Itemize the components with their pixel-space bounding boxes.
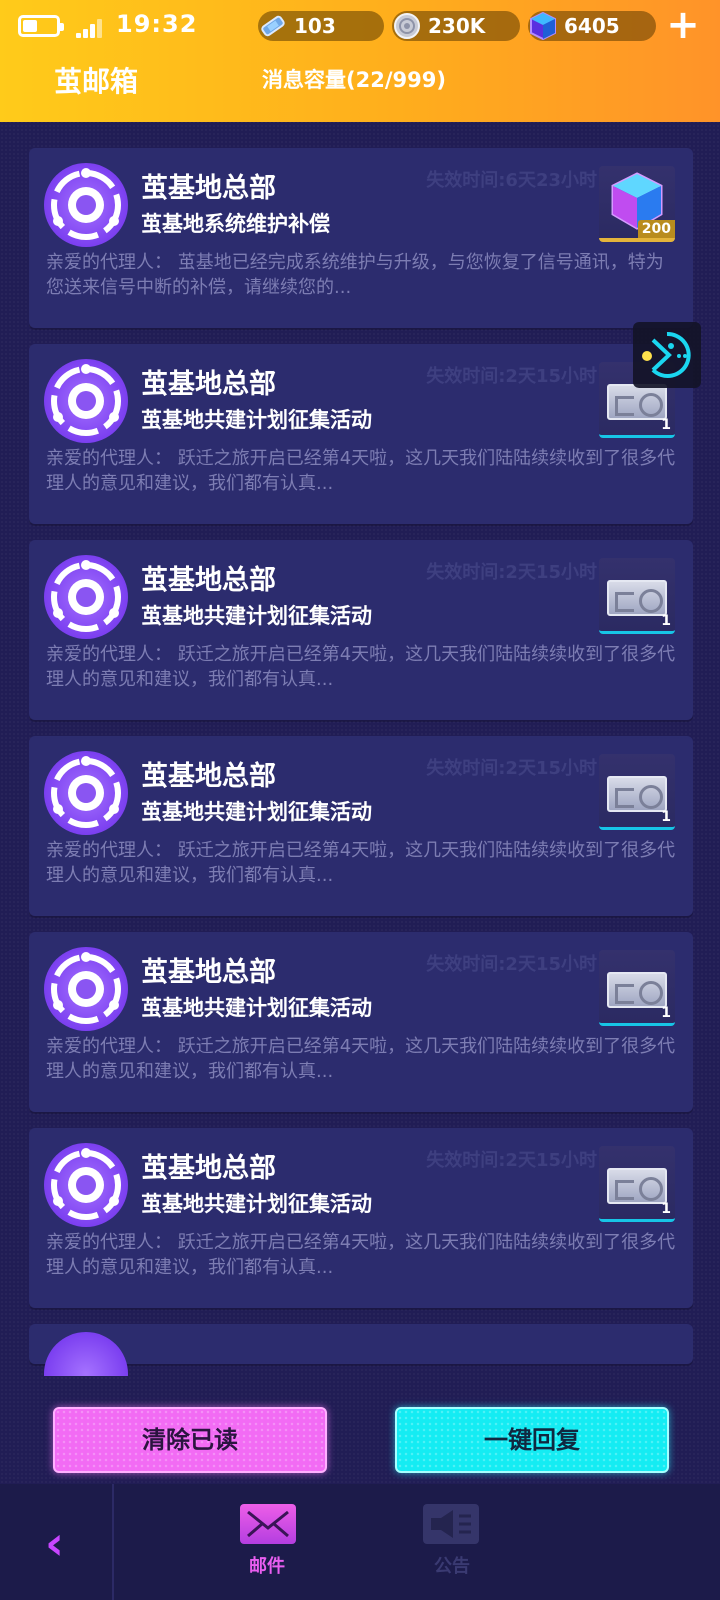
mail-attachment[interactable]: 1 <box>599 754 675 830</box>
top-header: 19:32 103 230K 6405 + 茧邮箱 消息容量(22/999) <box>0 0 720 122</box>
tab-notice-label: 公告 <box>434 1556 470 1577</box>
mail-expiry: 失效时间:2天15小时 <box>426 954 597 975</box>
mail-expiry: 失效时间:6天23小时 <box>426 170 597 191</box>
mail-item[interactable] <box>29 1324 693 1376</box>
resource-gem[interactable]: 6405 <box>528 11 656 41</box>
attachment-count: 1 <box>661 613 671 629</box>
mail-attachment[interactable]: 1 <box>599 1146 675 1222</box>
cube-gem-icon <box>526 9 560 43</box>
attachment-count: 200 <box>637 220 675 238</box>
add-resource-button[interactable]: + <box>666 5 700 45</box>
coin-icon <box>390 9 424 43</box>
attachment-count: 1 <box>661 1201 671 1217</box>
mail-attachment[interactable]: 1 <box>599 950 675 1026</box>
hq-avatar-icon <box>44 359 128 443</box>
mail-item[interactable]: 茧基地总部 茧基地共建计划征集活动 失效时间:2天15小时 亲爱的代理人： 跃迁… <box>29 1128 693 1308</box>
page-title: 茧邮箱 <box>54 65 139 98</box>
megaphone-icon <box>423 1504 479 1544</box>
battery-icon <box>18 15 64 37</box>
mail-item[interactable]: 茧基地总部 茧基地系统维护补偿 失效时间:6天23小时 亲爱的代理人： 茧基地已… <box>29 148 693 328</box>
hq-avatar-icon <box>44 1332 128 1376</box>
hq-avatar-icon <box>44 751 128 835</box>
attachment-count: 1 <box>661 1005 671 1021</box>
reply-all-button[interactable]: 一键回复 <box>395 1407 669 1473</box>
mail-expiry: 失效时间:2天15小时 <box>426 1150 597 1171</box>
mail-sender: 茧基地总部 <box>141 761 276 792</box>
hq-avatar-icon <box>44 947 128 1031</box>
mail-preview: 亲爱的代理人： 跃迁之旅开启已经第4天啦，这几天我们陆陆续续收到了很多代理人的意… <box>46 644 676 690</box>
resource-coin-value: 230K <box>428 14 486 38</box>
resource-gem-value: 6405 <box>564 14 620 38</box>
mail-item[interactable]: 茧基地总部 茧基地共建计划征集活动 失效时间:2天15小时 亲爱的代理人： 跃迁… <box>29 540 693 720</box>
mail-subject: 茧基地共建计划征集活动 <box>141 408 372 432</box>
mail-preview: 亲爱的代理人： 跃迁之旅开启已经第4天啦，这几天我们陆陆续续收到了很多代理人的意… <box>46 1036 676 1082</box>
resource-energy-value: 103 <box>294 14 336 38</box>
mail-item[interactable]: 茧基地总部 茧基地共建计划征集活动 失效时间:2天15小时 亲爱的代理人： 跃迁… <box>29 932 693 1112</box>
pacman-float-button[interactable] <box>633 322 701 388</box>
tab-mail-label: 邮件 <box>249 1556 285 1577</box>
mail-sender: 茧基地总部 <box>141 1153 276 1184</box>
pacman-icon <box>642 331 691 378</box>
mail-subject: 茧基地系统维护补偿 <box>141 212 330 236</box>
mail-list[interactable]: 茧基地总部 茧基地系统维护补偿 失效时间:6天23小时 亲爱的代理人： 茧基地已… <box>0 122 720 1376</box>
attachment-count: 1 <box>661 809 671 825</box>
mail-preview: 亲爱的代理人： 跃迁之旅开启已经第4天啦，这几天我们陆陆续续收到了很多代理人的意… <box>46 448 676 494</box>
mail-icon <box>240 1504 296 1544</box>
tab-notice[interactable]: 公告 <box>417 1504 487 1584</box>
mail-preview: 亲爱的代理人： 跃迁之旅开启已经第4天啦，这几天我们陆陆续续收到了很多代理人的意… <box>46 1232 676 1278</box>
mail-preview: 亲爱的代理人： 跃迁之旅开启已经第4天啦，这几天我们陆陆续续收到了很多代理人的意… <box>46 840 676 886</box>
status-time: 19:32 <box>116 10 198 38</box>
mail-subject: 茧基地共建计划征集活动 <box>141 996 372 1020</box>
mail-attachment[interactable]: 200 <box>599 166 675 242</box>
hq-avatar-icon <box>44 163 128 247</box>
mailbox-capacity: 消息容量(22/999) <box>262 68 446 92</box>
mail-item[interactable]: 茧基地总部 茧基地共建计划征集活动 失效时间:2天15小时 亲爱的代理人： 跃迁… <box>29 736 693 916</box>
mail-item[interactable]: 茧基地总部 茧基地共建计划征集活动 失效时间:2天15小时 亲爱的代理人： 跃迁… <box>29 344 693 524</box>
resource-coin[interactable]: 230K <box>392 11 520 41</box>
mail-subject: 茧基地共建计划征集活动 <box>141 800 372 824</box>
mail-sender: 茧基地总部 <box>141 565 276 596</box>
ticket-icon <box>607 1168 667 1204</box>
clear-read-button[interactable]: 清除已读 <box>53 1407 327 1473</box>
energy-crystal-icon <box>256 9 290 43</box>
signal-icon <box>76 18 102 38</box>
mail-sender: 茧基地总部 <box>141 369 276 400</box>
attachment-count: 1 <box>661 417 671 433</box>
hq-avatar-icon <box>44 555 128 639</box>
hq-avatar-icon <box>44 1143 128 1227</box>
ticket-icon <box>607 776 667 812</box>
chevron-left-icon: ‹ <box>45 1516 64 1570</box>
mail-expiry: 失效时间:2天15小时 <box>426 366 597 387</box>
tab-mail[interactable]: 邮件 <box>232 1504 302 1584</box>
mail-expiry: 失效时间:2天15小时 <box>426 562 597 583</box>
mail-subject: 茧基地共建计划征集活动 <box>141 1192 372 1216</box>
mail-expiry: 失效时间:2天15小时 <box>426 758 597 779</box>
ticket-icon <box>607 384 667 420</box>
back-button[interactable]: ‹ <box>0 1484 114 1600</box>
ticket-icon <box>607 972 667 1008</box>
mail-subject: 茧基地共建计划征集活动 <box>141 604 372 628</box>
resource-energy[interactable]: 103 <box>258 11 384 41</box>
mail-sender: 茧基地总部 <box>141 173 276 204</box>
bottom-nav: ‹ 邮件 公告 <box>0 1484 720 1600</box>
mail-preview: 亲爱的代理人： 茧基地已经完成系统维护与升级，与您恢复了信号通讯，特为您送来信号… <box>46 252 664 298</box>
ticket-icon <box>607 580 667 616</box>
mail-attachment[interactable]: 1 <box>599 558 675 634</box>
mail-sender: 茧基地总部 <box>141 957 276 988</box>
